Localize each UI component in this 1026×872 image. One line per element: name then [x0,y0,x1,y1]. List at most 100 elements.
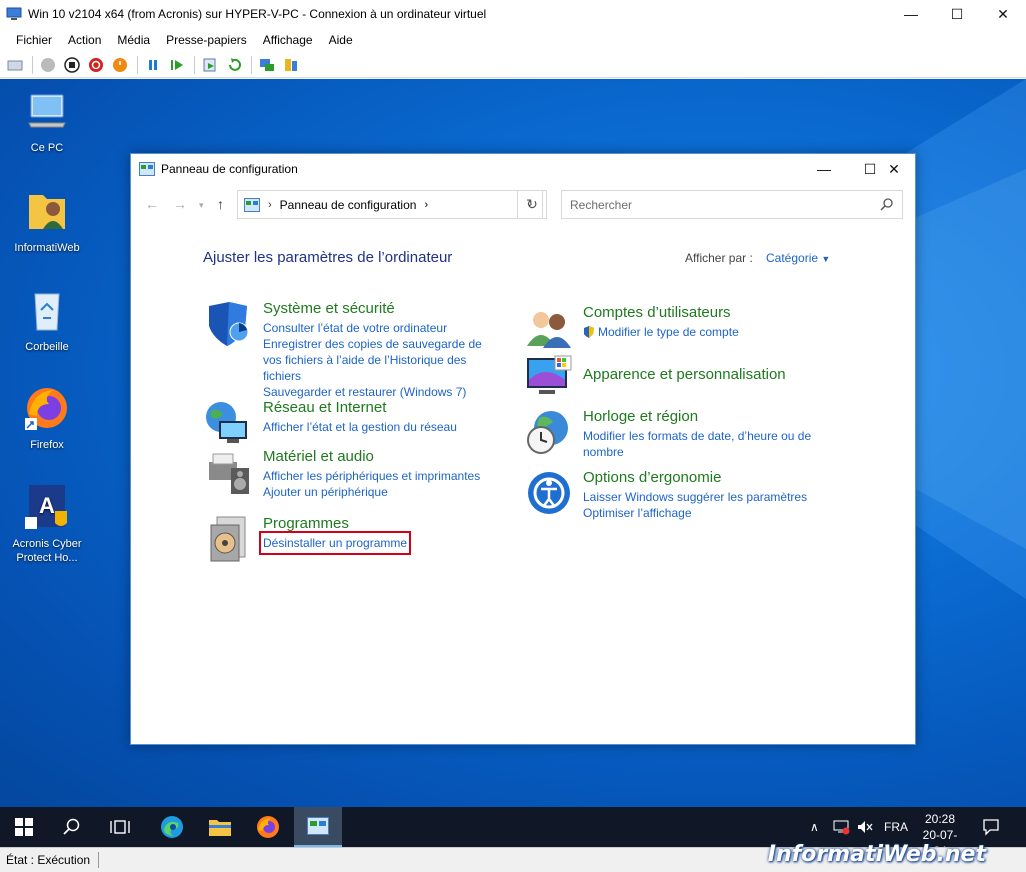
pause-icon[interactable] [144,56,162,74]
notifications-button[interactable] [982,807,1000,847]
link-file-history[interactable]: Enregistrer des copies de sauvegarde de … [263,336,503,384]
category-title[interactable]: Horloge et région [583,408,698,425]
resume-icon[interactable] [168,56,186,74]
category-title[interactable]: Apparence et personnalisation [583,366,786,383]
minimize-button[interactable]: — [888,0,934,28]
search-input[interactable]: Rechercher [561,190,903,219]
menu-action[interactable]: Action [60,33,109,47]
page-title: Ajuster les paramètres de l’ordinateur [203,249,453,266]
taskbar-edge[interactable] [148,807,196,847]
refresh-button[interactable]: ↻ [517,190,547,219]
link-text: Modifier le type de compte [598,325,739,339]
menu-media[interactable]: Média [109,33,158,47]
turn-off-icon[interactable] [63,56,81,74]
maximize-button[interactable]: ☐ [934,0,980,28]
link-check-status[interactable]: Consulter l’état de votre ordinateur [263,320,503,336]
host-title-bar: Win 10 v2104 x64 (from Acronis) sur HYPE… [0,0,1026,28]
this-pc-icon [28,94,66,128]
link-optimize-display[interactable]: Optimiser l’affichage [583,505,823,521]
cp-minimize-button[interactable]: — [801,154,847,184]
edge-icon [161,816,183,838]
windows-logo-icon [15,818,33,836]
menu-affichage[interactable]: Affichage [255,33,321,47]
address-bar[interactable]: › Panneau de configuration › ⌄ [237,190,543,219]
view-by-dropdown[interactable]: Catégorie ▼ [766,251,830,265]
category-title[interactable]: Matériel et audio [263,448,374,465]
link-backup-restore[interactable]: Sauvegarder et restaurer (Windows 7) [263,384,503,400]
search-placeholder: Rechercher [570,197,633,212]
taskbar-control-panel[interactable] [294,807,342,847]
ctrl-alt-del-icon[interactable] [6,56,24,74]
desktop-icon-acronis[interactable]: A Acronis Cyber Protect Ho... [7,483,87,565]
share-icon[interactable] [282,56,300,74]
breadcrumb-chevron-icon[interactable]: › [424,199,428,211]
desktop-icon-label: InformatiWeb [14,242,80,254]
link-devices-printers[interactable]: Afficher les périphériques et imprimante… [263,468,503,484]
vm-connection-icon [6,7,22,20]
file-explorer-icon [209,820,231,836]
category-title[interactable]: Système et sécurité [263,300,395,317]
svg-text:A: A [39,493,55,518]
show-hidden-icons[interactable]: ∧ [810,807,819,847]
printer-speaker-icon [209,453,249,494]
cp-window-title: Panneau de configuration [161,162,298,176]
dropdown-arrow-icon: ▼ [821,254,831,264]
cp-title-bar: Panneau de configuration — ☐ ✕ [131,154,915,184]
link-date-time-formats[interactable]: Modifier les formats de date, d’heure ou… [583,428,818,460]
revert-icon[interactable] [225,56,243,74]
taskbar-firefox[interactable] [244,807,292,847]
link-suggest-settings[interactable]: Laisser Windows suggérer les paramètres [583,489,823,505]
link-uninstall-program[interactable]: Désinstaller un programme [258,531,412,555]
menu-presse-papiers[interactable]: Presse-papiers [158,33,255,47]
desktop-icon-label: Corbeille [25,341,69,353]
desktop-icon-this-pc[interactable]: Ce PC [7,87,87,155]
host-toolbar [0,52,1026,78]
menu-aide[interactable]: Aide [321,33,361,47]
search-button[interactable] [48,807,96,847]
back-arrow-icon[interactable]: ← [145,196,159,212]
refresh-icon: ↻ [526,196,538,212]
breadcrumb-control-panel[interactable]: Panneau de configuration [280,198,417,212]
user-folder-icon [29,195,65,229]
task-view-button[interactable] [96,807,144,847]
search-icon [880,198,893,211]
recent-chevron-icon[interactable]: ▾ [199,200,204,211]
start-button[interactable] [0,807,48,847]
acronis-icon: A [25,485,67,529]
search-icon [63,818,80,835]
control-panel-icon [139,162,155,176]
taskbar-explorer[interactable] [196,807,244,847]
input-language-indicator[interactable]: FRA [884,807,908,847]
desktop-icon-recycle-bin[interactable]: Corbeille [7,286,87,354]
shield-icon [209,302,249,346]
link-add-device[interactable]: Ajouter un périphérique [263,484,503,500]
firefox-icon [25,388,67,430]
host-window-title: Win 10 v2104 x64 (from Acronis) sur HYPE… [28,7,487,21]
desktop-icon-user-folder[interactable]: InformatiWeb [7,187,87,255]
forward-arrow-icon[interactable]: → [173,196,187,212]
category-title[interactable]: Comptes d’utilisateurs [583,304,731,321]
appearance-monitor-icon [527,355,572,394]
cp-close-button[interactable]: ✕ [871,154,917,184]
menu-fichier[interactable]: Fichier [8,33,60,47]
checkpoint-icon[interactable] [201,56,219,74]
save-icon[interactable] [111,56,129,74]
close-button[interactable]: ✕ [980,0,1026,28]
link-network-status[interactable]: Afficher l’état et la gestion du réseau [263,419,503,435]
category-title[interactable]: Réseau et Internet [263,399,386,416]
clock-time: 20:28 [924,812,956,826]
shutdown-icon[interactable] [87,56,105,74]
desktop-icon-label: Firefox [30,439,64,451]
category-title[interactable]: Programmes [263,515,349,532]
link-change-account-type[interactable]: Modifier le type de compte [583,324,823,340]
desktop-icon-label: Ce PC [30,142,64,154]
ease-of-access-icon [528,472,570,514]
desktop-icon-firefox[interactable]: Firefox [7,384,87,452]
volume-muted-icon[interactable] [856,807,874,847]
category-title[interactable]: Options d’ergonomie [583,469,721,486]
up-arrow-icon[interactable]: ↑ [217,196,224,212]
network-status-icon[interactable] [832,807,850,847]
enhanced-session-icon[interactable] [258,56,276,74]
start-icon[interactable] [39,56,57,74]
cp-navigation-bar: ← → ▾ ↑ › Panneau de configuration › ⌄ ↻… [131,190,915,220]
